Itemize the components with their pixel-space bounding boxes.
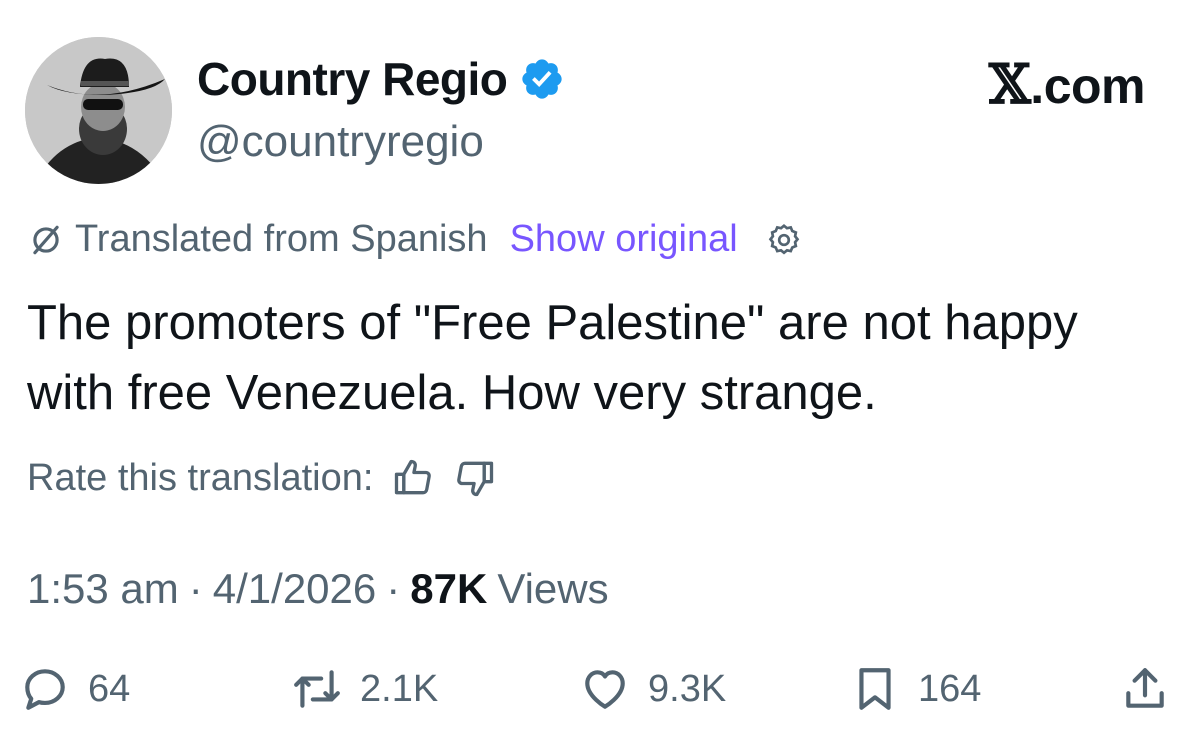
verified-badge-icon[interactable] [519, 56, 565, 102]
repost-icon [294, 670, 340, 708]
like-count: 9.3K [648, 667, 727, 710]
rate-translation-row: Rate this translation: [27, 456, 497, 500]
author-handle[interactable]: @countryregio [197, 117, 484, 167]
share-icon [1126, 668, 1164, 708]
x-logo-icon: 𝕏 [988, 52, 1031, 116]
views-count: 87K [410, 565, 488, 612]
rate-translation-label: Rate this translation: [27, 456, 374, 499]
heart-icon [585, 670, 625, 709]
translation-label: Translated from Spanish [75, 218, 488, 260]
repost-count: 2.1K [360, 667, 439, 710]
share-button[interactable] [1120, 664, 1170, 714]
reply-button[interactable]: 64 [20, 664, 130, 714]
site-label: 𝕏 .com [988, 52, 1146, 116]
meta-separator: · [386, 565, 401, 612]
bookmark-button[interactable]: 164 [850, 664, 981, 714]
author-name-row: Country Regio [197, 52, 565, 106]
meta-separator: · [188, 565, 203, 612]
globe-slash-icon [27, 221, 65, 259]
avatar[interactable] [25, 37, 172, 184]
translation-row: Translated from Spanish Show original [27, 218, 802, 261]
avatar-image [25, 37, 172, 184]
site-domain: .com [1030, 58, 1145, 114]
author-display-name[interactable]: Country Regio [197, 52, 508, 106]
thumbs-up-icon[interactable] [391, 456, 435, 500]
like-button[interactable]: 9.3K [580, 664, 726, 714]
tweet-actions: 64 2.1K 9.3K 164 [20, 664, 1180, 728]
tweet-text: The promoters of "Free Palestine" are no… [27, 296, 1078, 420]
reply-count: 64 [88, 667, 131, 710]
tweet-time[interactable]: 1:53 am [27, 565, 179, 613]
thumbs-down-icon[interactable] [453, 456, 497, 500]
views-label: Views [497, 565, 609, 612]
bookmark-count: 164 [918, 667, 982, 710]
repost-button[interactable]: 2.1K [292, 664, 438, 714]
tweet-date[interactable]: 4/1/2026 [213, 565, 377, 613]
reply-icon [25, 669, 65, 710]
gear-icon[interactable] [766, 222, 802, 258]
bookmark-icon [859, 668, 891, 710]
tweet-meta-row: 1:53 am · 4/1/2026 · 87K Views [27, 565, 609, 613]
show-original-link[interactable]: Show original [510, 218, 738, 261]
